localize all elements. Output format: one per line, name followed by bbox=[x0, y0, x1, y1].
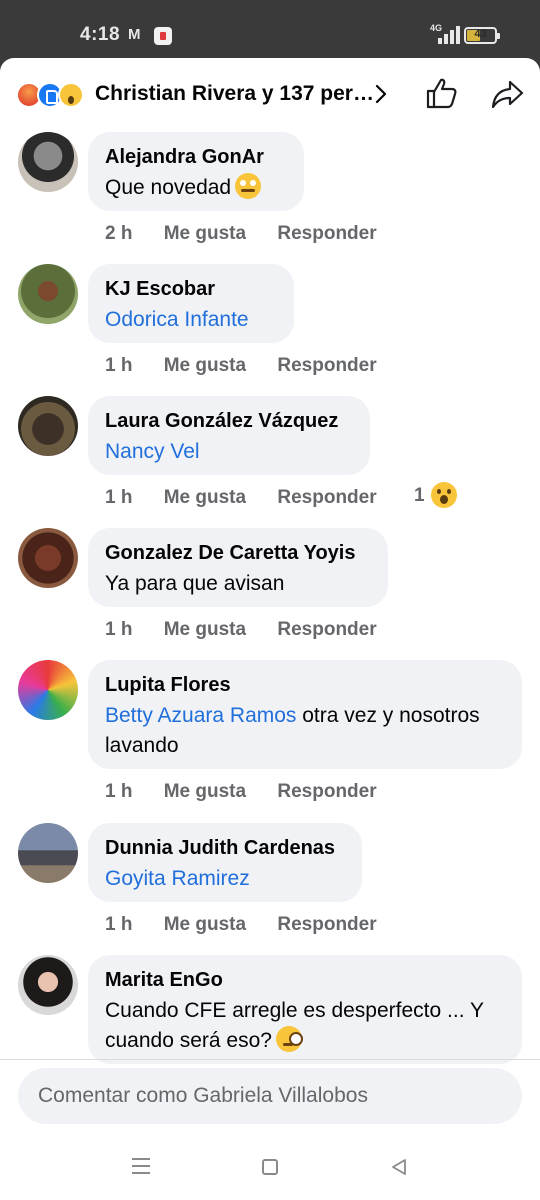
comment-text: Cuando CFE arregle es desperfecto ... Y … bbox=[105, 999, 484, 1052]
comment-bubble[interactable]: Gonzalez De Caretta Yoyis Ya para que av… bbox=[88, 528, 388, 607]
reply-button[interactable]: Responder bbox=[277, 487, 376, 509]
system-nav-bar bbox=[0, 1134, 540, 1200]
comment-actions: 1 h Me gusta Responder bbox=[105, 914, 403, 936]
face-with-rolling-eyes-icon bbox=[235, 173, 262, 199]
thumbs-up-outline-icon[interactable] bbox=[424, 76, 458, 110]
comment-text: Betty Azuara Ramos otra vez y nosotros l… bbox=[105, 704, 480, 757]
app-notification-icon bbox=[154, 27, 172, 45]
reaction-icons bbox=[16, 82, 96, 108]
reactions-header[interactable]: Christian Rivera y 137 per… bbox=[0, 58, 540, 130]
mention-link[interactable]: Goyita Ramirez bbox=[105, 864, 344, 894]
avatar[interactable] bbox=[18, 396, 78, 456]
back-icon[interactable] bbox=[390, 1158, 408, 1176]
comment-author[interactable]: KJ Escobar bbox=[105, 276, 276, 302]
comment-time: 1 h bbox=[105, 355, 133, 376]
like-button[interactable]: Me gusta bbox=[164, 487, 246, 509]
comment-author[interactable]: Dunnia Judith Cardenas bbox=[105, 835, 344, 861]
comment-time: 1 h bbox=[105, 619, 133, 640]
reaction-count[interactable]: 1 bbox=[414, 485, 425, 507]
comment-input[interactable]: Comentar como Gabriela Villalobos bbox=[18, 1068, 522, 1124]
comment-author[interactable]: Marita EnGo bbox=[105, 967, 504, 993]
avatar[interactable] bbox=[18, 528, 78, 588]
comment-bubble[interactable]: Alejandra GonAr Que novedad bbox=[88, 132, 304, 211]
face-with-monocle-icon bbox=[275, 1026, 303, 1052]
reply-button[interactable]: Responder bbox=[277, 355, 376, 377]
reply-button[interactable]: Responder bbox=[277, 619, 376, 641]
comment-bubble[interactable]: Laura González Vázquez Nancy Vel bbox=[88, 396, 370, 475]
like-button[interactable]: Me gusta bbox=[164, 914, 246, 936]
avatar[interactable] bbox=[18, 823, 78, 883]
avatar[interactable] bbox=[18, 264, 78, 324]
recent-apps-icon[interactable] bbox=[132, 1158, 150, 1174]
comment-time: 1 h bbox=[105, 487, 133, 508]
reactions-summary[interactable]: Christian Rivera y 137 per… bbox=[95, 82, 374, 106]
mention-link[interactable]: Betty Azuara Ramos bbox=[105, 704, 296, 727]
comment-actions: 1 h Me gusta Responder bbox=[105, 619, 403, 641]
reply-button[interactable]: Responder bbox=[277, 781, 376, 803]
mention-link[interactable]: Odorica Infante bbox=[105, 305, 276, 335]
comment-actions: 1 h Me gusta Responder bbox=[105, 487, 403, 509]
comments-sheet: Christian Rivera y 137 per… Alejandra Go… bbox=[0, 58, 540, 1134]
wow-reaction-icon[interactable] bbox=[431, 482, 457, 508]
like-button[interactable]: Me gusta bbox=[164, 223, 246, 245]
battery-level: 43 bbox=[474, 28, 487, 40]
comment-bubble[interactable]: KJ Escobar Odorica Infante bbox=[88, 264, 294, 343]
comment-time: 1 h bbox=[105, 914, 133, 935]
like-button[interactable]: Me gusta bbox=[164, 619, 246, 641]
gmail-icon: M bbox=[128, 26, 141, 43]
comment-author[interactable]: Lupita Flores bbox=[105, 672, 504, 698]
comment-actions: 1 h Me gusta Responder bbox=[105, 355, 403, 377]
battery-icon: 43 bbox=[464, 27, 500, 44]
avatar[interactable] bbox=[18, 132, 78, 192]
signal-icon bbox=[430, 26, 460, 44]
like-button[interactable]: Me gusta bbox=[164, 355, 246, 377]
comment-author[interactable]: Gonzalez De Caretta Yoyis bbox=[105, 540, 370, 566]
avatar[interactable] bbox=[18, 660, 78, 720]
comment-bubble[interactable]: Dunnia Judith Cardenas Goyita Ramirez bbox=[88, 823, 362, 902]
avatar[interactable] bbox=[18, 955, 78, 1015]
mention-link[interactable]: Nancy Vel bbox=[105, 437, 352, 467]
comment-author[interactable]: Laura González Vázquez bbox=[105, 408, 352, 434]
comment-text: Ya para que avisan bbox=[105, 572, 285, 595]
home-icon[interactable] bbox=[262, 1159, 278, 1175]
comment-time: 2 h bbox=[105, 223, 133, 244]
comment-text: Que novedad bbox=[105, 173, 286, 203]
like-button[interactable]: Me gusta bbox=[164, 781, 246, 803]
status-time: 4:18 bbox=[80, 24, 121, 45]
comment-actions: 2 h Me gusta Responder bbox=[105, 223, 403, 245]
reply-button[interactable]: Responder bbox=[277, 223, 376, 245]
comment-actions: 1 h Me gusta Responder bbox=[105, 781, 403, 803]
divider bbox=[0, 1059, 540, 1060]
reply-button[interactable]: Responder bbox=[277, 914, 376, 936]
comment-bubble[interactable]: Lupita Flores Betty Azuara Ramos otra ve… bbox=[88, 660, 522, 769]
wow-reaction-icon bbox=[58, 82, 84, 108]
chevron-right-icon[interactable] bbox=[374, 83, 388, 105]
comment-author[interactable]: Alejandra GonAr bbox=[105, 144, 286, 170]
comment-time: 1 h bbox=[105, 781, 133, 802]
share-arrow-icon[interactable] bbox=[490, 78, 524, 110]
comment-bubble[interactable]: Marita EnGo Cuando CFE arregle es desper… bbox=[88, 955, 522, 1064]
